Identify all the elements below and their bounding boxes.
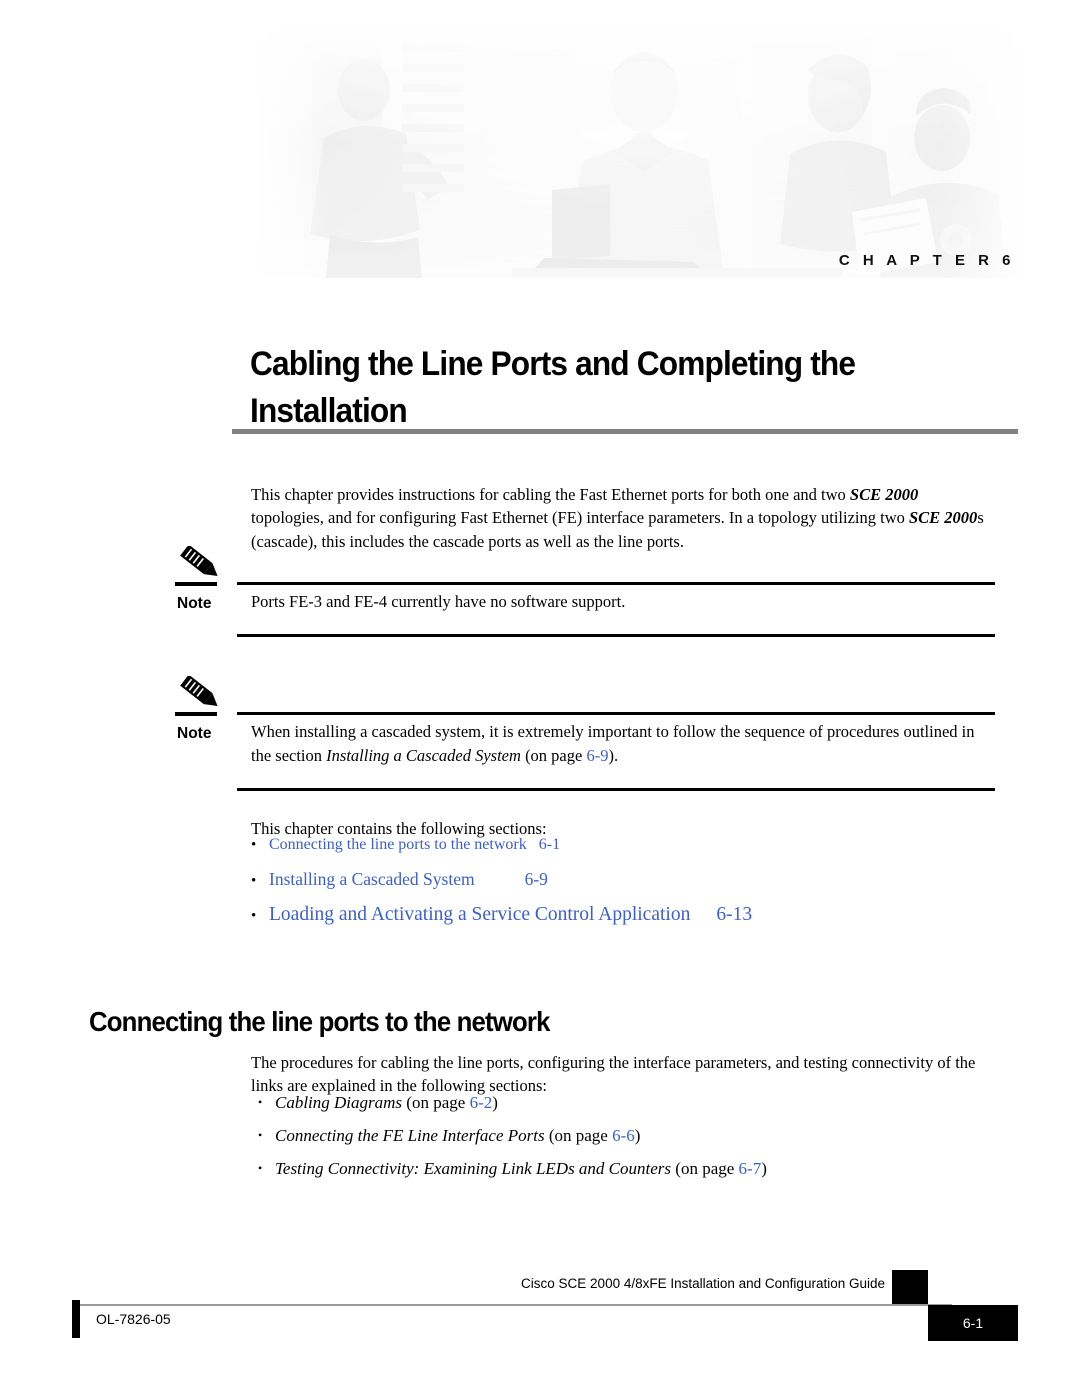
note-divider-bottom-2 — [237, 788, 995, 791]
note-divider-top-2 — [237, 712, 995, 715]
toc-link-connecting-line-ports[interactable]: • Connecting the line ports to the networ… — [251, 828, 991, 862]
footer-document-number: OL-7826-05 — [96, 1311, 171, 1327]
note-text-2: When installing a cascaded system, it is… — [251, 720, 995, 767]
note-divider-top-1 — [237, 582, 995, 585]
section-heading: Connecting the line ports to the network — [89, 1006, 550, 1038]
toc-label[interactable]: Loading and Activating a Service Control… — [269, 904, 690, 925]
chapter-title-line1: Cabling the Line Ports and Completing th… — [250, 344, 856, 383]
intro-emphasis-1: SCE 2000 — [849, 484, 919, 504]
chapter-title-line2: Installation — [250, 391, 408, 430]
list-bullet-icon: • — [251, 873, 257, 889]
list-bullet-icon: • — [258, 1095, 263, 1109]
toc-link-installing-cascaded-system[interactable]: • Installing a Cascaded System 6-9 — [251, 862, 991, 898]
chapter-number-label: C H A P T E R 6 — [838, 252, 1015, 269]
footer-decorative-square — [892, 1270, 928, 1306]
list-bullet-icon: • — [258, 1161, 263, 1175]
subsection-link-testing-connectivity[interactable]: • Testing Connectivity: Examining Link LE… — [258, 1152, 998, 1185]
footer-document-title: Cisco SCE 2000 4/8xFE Installation and C… — [521, 1276, 885, 1291]
subsection-link-cabling-diagrams[interactable]: • Cabling Diagrams (on page 6-2) — [258, 1086, 998, 1119]
note-block-1: Note Ports FE-3 and FE-4 currently have … — [175, 546, 995, 646]
note-divider-bottom-1 — [237, 634, 995, 637]
note2-text-2: (on page — [520, 745, 587, 765]
note2-page-link[interactable]: 6-9 — [586, 746, 608, 765]
toc-page[interactable]: 6-1 — [539, 836, 560, 853]
subsection-title[interactable]: Connecting the FE Line Interface Ports — [275, 1126, 545, 1145]
subsection-link-connecting-fe-line-interface-ports[interactable]: • Connecting the FE Line Interface Ports … — [258, 1119, 998, 1152]
on-page-prefix: (on page — [544, 1126, 613, 1145]
intro-text-1: This chapter provides instructions for c… — [251, 484, 850, 504]
intro-paragraph: This chapter provides instructions for c… — [251, 483, 993, 554]
pencil-note-icon — [175, 546, 223, 590]
on-page-suffix: ) — [492, 1093, 498, 1112]
footer-left-marker — [72, 1300, 80, 1338]
subsection-title[interactable]: Testing Connectivity: Examining Link LED… — [275, 1159, 671, 1178]
on-page-prefix: (on page — [402, 1093, 470, 1112]
on-page-prefix: (on page — [671, 1159, 739, 1178]
toc-label[interactable]: Connecting the line ports to the network — [269, 836, 527, 853]
subsection-page-link[interactable]: 6-2 — [470, 1093, 493, 1112]
page-title: Cabling the Line Ports and Completing th… — [250, 341, 901, 435]
toc-page[interactable]: 6-9 — [525, 869, 548, 889]
subsection-title[interactable]: Cabling Diagrams — [275, 1093, 402, 1112]
subsection-page-link[interactable]: 6-6 — [612, 1126, 635, 1145]
subsection-list: • Cabling Diagrams (on page 6-2) • Connect… — [258, 1086, 998, 1185]
chapter-banner-image — [252, 30, 1018, 278]
note-block-2: Note When installing a cascaded system, … — [175, 676, 995, 800]
subsection-page-link[interactable]: 6-7 — [739, 1159, 762, 1178]
toc-label[interactable]: Installing a Cascaded System — [269, 869, 475, 889]
note-text-1: Ports FE-3 and FE-4 currently have no so… — [251, 592, 626, 611]
note-label-1: Note — [177, 595, 212, 612]
intro-text-2: topologies, and for configuring Fast Eth… — [251, 508, 909, 527]
toc-link-loading-activating-application[interactable]: • Loading and Activating a Service Contro… — [251, 898, 991, 933]
note2-text-3: ). — [608, 745, 619, 765]
intro-emphasis-2: SCE 2000 — [909, 508, 978, 527]
title-divider — [232, 429, 1018, 434]
list-bullet-icon: • — [251, 837, 257, 853]
footer-page-number: 6-1 — [928, 1305, 1018, 1341]
pencil-note-icon — [175, 676, 223, 720]
list-bullet-icon: • — [258, 1128, 263, 1142]
note2-section-title: Installing a Cascaded System — [326, 745, 521, 765]
on-page-suffix: ) — [634, 1126, 641, 1145]
on-page-suffix: ) — [761, 1159, 767, 1178]
footer-divider — [72, 1304, 952, 1306]
chapter-toc-list: • Connecting the line ports to the networ… — [251, 828, 991, 933]
toc-page[interactable]: 6-13 — [716, 904, 752, 925]
list-bullet-icon: • — [251, 908, 257, 924]
note-label-2: Note — [177, 725, 212, 742]
